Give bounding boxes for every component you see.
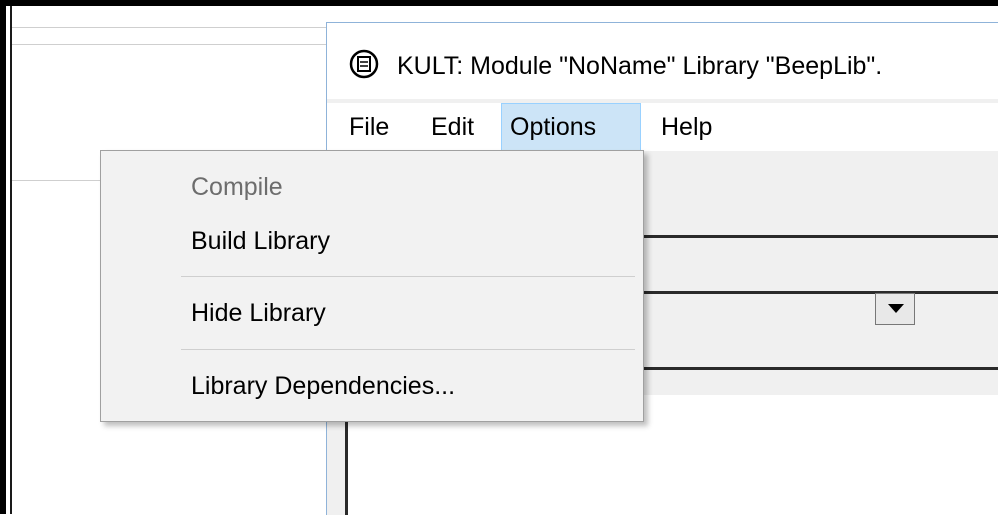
menu-edit[interactable]: Edit — [423, 103, 482, 151]
menu-bar: File Edit Options Help — [327, 103, 998, 151]
combo-dropdown-button[interactable] — [875, 293, 915, 325]
options-dropdown-menu: Compile Build Library Hide Library Libra… — [100, 150, 644, 422]
menu-separator — [181, 349, 635, 350]
kult-app-icon — [349, 49, 379, 79]
menu-item-hide-library[interactable]: Hide Library — [191, 299, 326, 328]
menu-separator — [181, 276, 635, 277]
screenshot-border-left — [0, 0, 6, 514]
background-divider — [12, 27, 328, 28]
menu-help[interactable]: Help — [653, 103, 720, 151]
title-bar[interactable]: KULT: Module "NoName" Library "BeepLib". — [327, 23, 998, 99]
menu-item-library-dependencies[interactable]: Library Dependencies... — [191, 372, 455, 401]
menu-options[interactable]: Options — [501, 103, 641, 151]
menu-item-build-library[interactable]: Build Library — [191, 227, 330, 256]
background-divider — [12, 180, 102, 181]
screenshot-border-top — [0, 0, 998, 6]
menu-file[interactable]: File — [341, 103, 397, 151]
menu-item-compile: Compile — [191, 173, 283, 201]
window-title: KULT: Module "NoName" Library "BeepLib". — [397, 52, 883, 80]
background-window-edge — [10, 6, 12, 514]
background-divider — [12, 44, 328, 45]
chevron-down-icon — [888, 304, 904, 313]
